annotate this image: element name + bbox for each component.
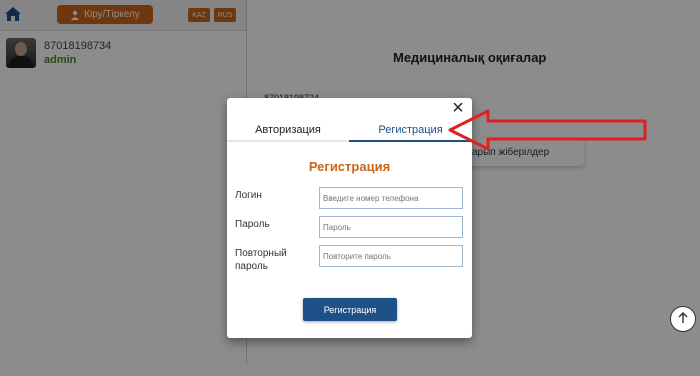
scroll-up-button[interactable] [670, 306, 696, 332]
repeat-password-label: Повторный пароль [235, 248, 287, 272]
repeat-password-input[interactable] [319, 245, 463, 267]
registration-modal: × Авторизация Регистрация Регистрация Ло… [227, 98, 472, 338]
arrow-up-icon [677, 311, 689, 327]
password-input[interactable] [319, 216, 463, 238]
login-label: Логин [235, 190, 262, 201]
modal-tabs: Авторизация Регистрация [227, 120, 472, 142]
login-input[interactable] [319, 187, 463, 209]
password-label: Пароль [235, 219, 270, 230]
register-button[interactable]: Регистрация [303, 298, 397, 321]
annotation-arrow [448, 109, 647, 151]
modal-title: Регистрация [308, 159, 391, 174]
tab-authorization[interactable]: Авторизация [227, 120, 349, 140]
